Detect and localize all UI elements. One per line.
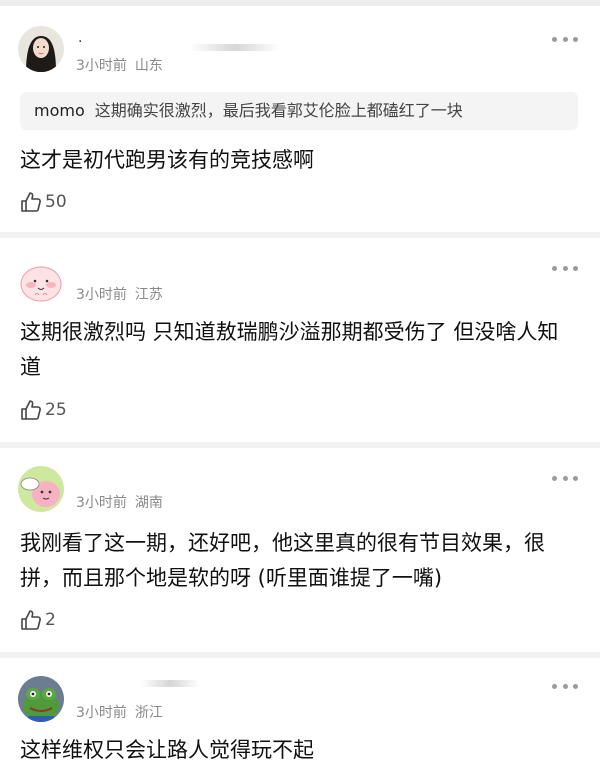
- comment-item: . 3小时前 山东 momo 这期确实很激烈，最后我看郭艾伦脸上都磕红了一块 这才是…: [0, 0, 600, 226]
- comment-item: 3小时前 江苏 这期很激烈吗 只知道敖瑞鹏沙溢那期都受伤了 但没啥人知 道 25: [0, 238, 600, 442]
- like-button[interactable]: 50: [20, 190, 67, 214]
- frog-avatar[interactable]: [18, 676, 64, 722]
- comment-meta: 3小时前 江苏: [76, 284, 163, 304]
- comment-text: 这期很激烈吗 只知道敖瑞鹏沙溢那期都受伤了 但没啥人知 道: [20, 315, 580, 385]
- comment-feed: . 3小时前 山东 momo 这期确实很激烈，最后我看郭艾伦脸上都磕红了一块 这才是…: [0, 0, 600, 780]
- comment-meta: 3小时前 浙江: [76, 702, 163, 722]
- quoted-text: 这期确实很激烈，最后我看郭艾伦脸上都磕红了一块: [94, 101, 463, 120]
- comment-line: 道: [20, 355, 41, 379]
- like-count: 50: [45, 192, 67, 212]
- comment-item: 3小时前 湖南 我刚看了这一期，还好吧，他这里真的很有节目效果，很 拼，而且那个地…: [0, 448, 600, 652]
- comment-text: 这样维权只会让路人觉得玩不起: [20, 733, 580, 768]
- quoted-reply[interactable]: momo 这期确实很激烈，最后我看郭艾伦脸上都磕红了一块: [20, 92, 578, 130]
- comment-line: 这样维权只会让路人觉得玩不起: [20, 738, 314, 762]
- comment-line: 我刚看了这一期，还好吧，他这里真的很有节目效果，很: [20, 531, 545, 555]
- comment-item: 3小时前 浙江 这样维权只会让路人觉得玩不起: [0, 658, 600, 780]
- comment-time: 3小时前: [76, 705, 127, 721]
- cartoon-sticker-avatar[interactable]: [18, 466, 64, 512]
- quoted-username[interactable]: momo: [34, 101, 85, 120]
- like-button[interactable]: 2: [20, 608, 56, 632]
- username[interactable]: .: [78, 30, 82, 46]
- username-redaction: [190, 44, 280, 51]
- comment-text: 这才是初代跑男该有的竞技感啊: [20, 143, 580, 178]
- pink-seal-avatar[interactable]: [18, 258, 64, 304]
- comment-time: 3小时前: [76, 495, 127, 511]
- girl-portrait-avatar[interactable]: [18, 26, 64, 72]
- comment-location: 湖南: [134, 495, 163, 511]
- more-options-icon[interactable]: [552, 472, 578, 484]
- comment-time: 3小时前: [76, 287, 127, 303]
- more-options-icon[interactable]: [552, 680, 578, 692]
- thumbs-up-icon: [21, 400, 41, 420]
- comment-meta: 3小时前 湖南: [76, 492, 163, 512]
- comment-location: 山东: [134, 58, 163, 74]
- like-count: 25: [45, 400, 67, 420]
- more-options-icon[interactable]: [552, 33, 578, 45]
- thumbs-up-icon: [21, 192, 41, 212]
- comment-location: 浙江: [134, 705, 163, 721]
- comment-line: 这才是初代跑男该有的竞技感啊: [20, 148, 314, 172]
- like-count: 2: [45, 610, 56, 630]
- thumbs-up-icon: [21, 610, 41, 630]
- comment-line: 拼，而且那个地是软的呀 (听里面谁提了一嘴): [20, 566, 443, 590]
- comment-line: 这期很激烈吗 只知道敖瑞鹏沙溢那期都受伤了 但没啥人知: [20, 320, 559, 344]
- comment-meta: 3小时前 山东: [76, 55, 163, 75]
- more-options-icon[interactable]: [552, 262, 578, 274]
- comment-location: 江苏: [134, 287, 163, 303]
- like-button[interactable]: 25: [20, 398, 67, 422]
- username-redaction: [140, 680, 200, 687]
- comment-text: 我刚看了这一期，还好吧，他这里真的很有节目效果，很 拼，而且那个地是软的呀 (听…: [20, 526, 580, 596]
- comment-time: 3小时前: [76, 58, 127, 74]
